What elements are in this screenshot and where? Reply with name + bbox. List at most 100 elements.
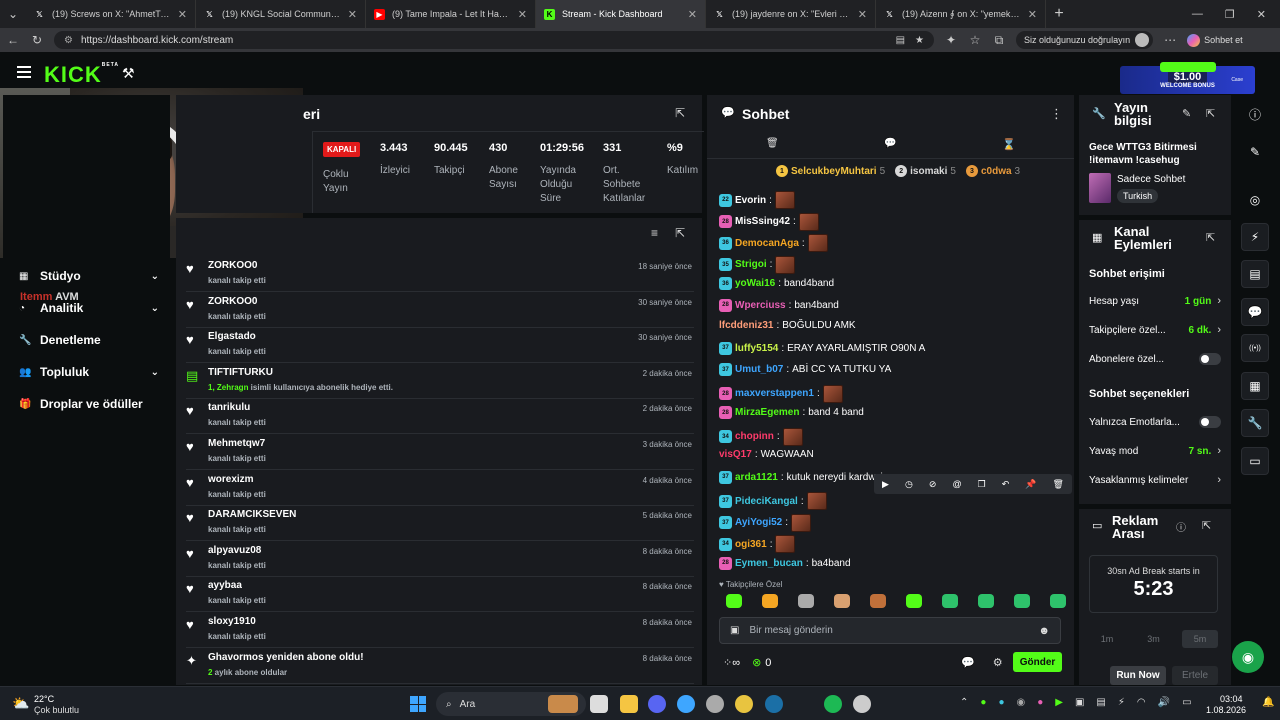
feed-row[interactable]: ♥ sloxy1910 kanalı takip etti 8 dakika önce [186, 612, 694, 648]
spotify-icon[interactable] [824, 695, 842, 713]
chat-message[interactable]: 34 chopinn: [719, 427, 803, 446]
start-button-icon[interactable] [410, 696, 426, 712]
chat-more-icon[interactable]: ⋮ [1050, 106, 1063, 122]
emote-picker-item[interactable] [978, 594, 994, 608]
emote-picker-item[interactable] [798, 594, 814, 608]
top-gifter[interactable]: 2 isomaki 5 [895, 165, 956, 177]
ad-break-info-icon[interactable]: ⓘ [1176, 519, 1186, 534]
chat-trash-icon[interactable]: 🗑 [766, 138, 779, 149]
chat-username[interactable]: DemocanAga [735, 238, 799, 249]
browser-tab[interactable]: K Stream - Kick Dashboard ✕ [536, 0, 706, 28]
close-tab-icon[interactable]: ✕ [858, 8, 867, 21]
taskbar-date[interactable]: 1.08.2026 [1206, 705, 1246, 715]
emote-picker-item[interactable] [906, 594, 922, 608]
wifi-icon[interactable]: ◠ [1137, 697, 1146, 708]
chat-icon[interactable]: 💬 [1241, 298, 1269, 326]
channel-action-row[interactable]: Yalnızca Emotlarla... [1089, 416, 1221, 428]
emote-picker-item[interactable] [726, 594, 742, 608]
chat-username[interactable]: yoWai16 [735, 278, 775, 289]
pencil-icon[interactable]: ✎ [1241, 138, 1269, 166]
new-tab-icon[interactable]: + [1052, 5, 1066, 22]
chat-message[interactable]: 28 maxverstappen1: [719, 384, 843, 403]
chat-username[interactable]: arda1121 [735, 472, 778, 483]
infinity-icon[interactable]: ⁘∞ [723, 656, 740, 669]
chevron-down-icon[interactable]: ⌄ [151, 271, 159, 282]
promo-green-button[interactable] [1160, 62, 1216, 72]
chat-username[interactable]: lfcddeniz31 [719, 320, 773, 331]
ad-duration-option[interactable]: 5m [1182, 630, 1218, 648]
emote-picker-item[interactable] [1014, 594, 1030, 608]
feed-row[interactable]: ♥ ZORKOO0 kanalı takip etti 18 saniye önce [186, 256, 694, 292]
favorites-icon[interactable]: ☆ [968, 33, 982, 47]
bookmark-star-icon[interactable]: ★ [915, 35, 924, 46]
ad-duration-option[interactable]: 3m [1136, 630, 1172, 648]
back-icon[interactable]: ← [6, 33, 20, 47]
support-chat-button[interactable]: ◉ [1232, 641, 1264, 673]
chat-message[interactable]: 37 Umut_b07: ABİ CC YA TUTKU YA [719, 363, 891, 376]
delete-message-icon[interactable]: 🗑 [1053, 479, 1064, 490]
wrench-icon[interactable]: 🔧 [1241, 409, 1269, 437]
chat-message[interactable]: 36 yoWai16: band4band [719, 277, 834, 290]
channel-action-row[interactable]: Abonelere özel... [1089, 353, 1221, 365]
sidebar-item-community[interactable]: 👥 Topluluk ⌄ [19, 365, 159, 379]
app-icon[interactable] [853, 695, 871, 713]
browser-tab[interactable]: 𝕏 (19) jaydenre on X: "Evleri yakın ol...… [706, 0, 876, 28]
close-tab-icon[interactable]: ✕ [688, 8, 697, 21]
chat-username[interactable]: PideciKangal [735, 496, 798, 507]
extensions-icon[interactable]: ✦ [944, 33, 958, 47]
copy-icon[interactable]: ❐ [978, 479, 986, 490]
chat-username[interactable]: Umut_b07 [735, 364, 783, 375]
chat-message[interactable]: 37 luffy5154: ERAY AYARLAMIŞTIR O90N A [719, 341, 925, 355]
stats-popout-icon[interactable]: ⇱ [675, 106, 685, 120]
chat-message[interactable]: 22 Evorin: [719, 191, 795, 209]
reload-icon[interactable]: ↻ [30, 33, 44, 47]
chat-message[interactable]: 28 MisSsing42: [719, 212, 819, 231]
chat-username[interactable]: AyiYogi52 [735, 517, 782, 528]
chat-message[interactable]: 37 PideciKangal: [719, 492, 827, 510]
run-now-button[interactable]: Run Now [1110, 666, 1166, 685]
chat-input[interactable]: ▣ Bir mesaj gönderin ☻ [719, 617, 1061, 644]
steam2-icon[interactable] [765, 695, 783, 713]
feed-row[interactable]: ♥ ayybaa kanalı takip etti 8 dakika önce [186, 576, 694, 613]
edge-icon[interactable] [677, 695, 695, 713]
tray-chevron-icon[interactable]: ⌃ [960, 697, 968, 708]
chat-message[interactable]: 37 AyiYogi52: [719, 513, 812, 532]
chevron-down-icon[interactable]: ⌄ [151, 367, 159, 378]
chat-message[interactable]: 28 Eymen_bucan: ba4band [719, 556, 851, 570]
undo-icon[interactable]: ↶ [1002, 479, 1010, 490]
stream-info-popout-icon[interactable]: ⇱ [1206, 107, 1215, 120]
feed-row[interactable]: ✦ Ghavormos yeniden abone oldu! 2 aylık ab… [186, 648, 694, 684]
steam-icon[interactable] [706, 695, 724, 713]
feed-row[interactable]: ♥ worexizm kanalı takip etti 4 dakika önce [186, 470, 694, 506]
hamburger-menu-icon[interactable] [17, 66, 31, 78]
feed-filter-icon[interactable]: ≡ [651, 226, 658, 240]
file-explorer-icon[interactable] [590, 695, 608, 713]
emote-picker-item[interactable] [762, 594, 778, 608]
chat-message[interactable]: 35 Strigoi: [719, 255, 796, 274]
chat-emoji-icon[interactable]: 💬 [961, 656, 975, 669]
chat-username[interactable]: luffy5154 [735, 343, 778, 354]
toggle-switch[interactable] [1199, 353, 1221, 365]
maximize-icon[interactable]: ❐ [1225, 8, 1235, 21]
chat-username[interactable]: chopinn [735, 431, 774, 442]
emote-picker-item[interactable] [834, 594, 850, 608]
chat-username[interactable]: maxverstappen1 [735, 388, 814, 399]
postpone-button[interactable]: Ertele [1172, 666, 1218, 685]
tray-app2-icon[interactable]: ● [998, 697, 1004, 708]
close-tab-icon[interactable]: ✕ [348, 8, 357, 21]
sidebar-item-analytics[interactable]: ◔ Analitik ⌄ [19, 301, 159, 315]
feed-popout-icon[interactable]: ⇱ [675, 226, 685, 240]
tab-list-icon[interactable]: ⌄ [6, 7, 20, 21]
at-icon[interactable]: @ [952, 479, 961, 489]
broadcast-icon[interactable]: ((•)) [1241, 334, 1269, 362]
top-gifter[interactable]: 3 c0dwa 3 [965, 165, 1020, 177]
sidebar-item-moderation[interactable]: 🔧 Denetleme [19, 333, 159, 347]
chat-username[interactable]: ogi361 [735, 539, 767, 550]
ban-icon[interactable]: ⊘ [929, 479, 937, 490]
close-tab-icon[interactable]: ✕ [178, 8, 187, 21]
chat-username[interactable]: MisSsing42 [735, 216, 790, 227]
sidebar-item-studio[interactable]: ▦ Stüdyo ⌄ [19, 269, 159, 283]
browser-tab[interactable]: 𝕏 (19) Screws on X: "AhmetTurku B... ✕ [26, 0, 196, 28]
edit-stream-info-icon[interactable]: ✎ [1182, 107, 1191, 120]
collections-icon[interactable]: ⧉ [992, 33, 1006, 47]
